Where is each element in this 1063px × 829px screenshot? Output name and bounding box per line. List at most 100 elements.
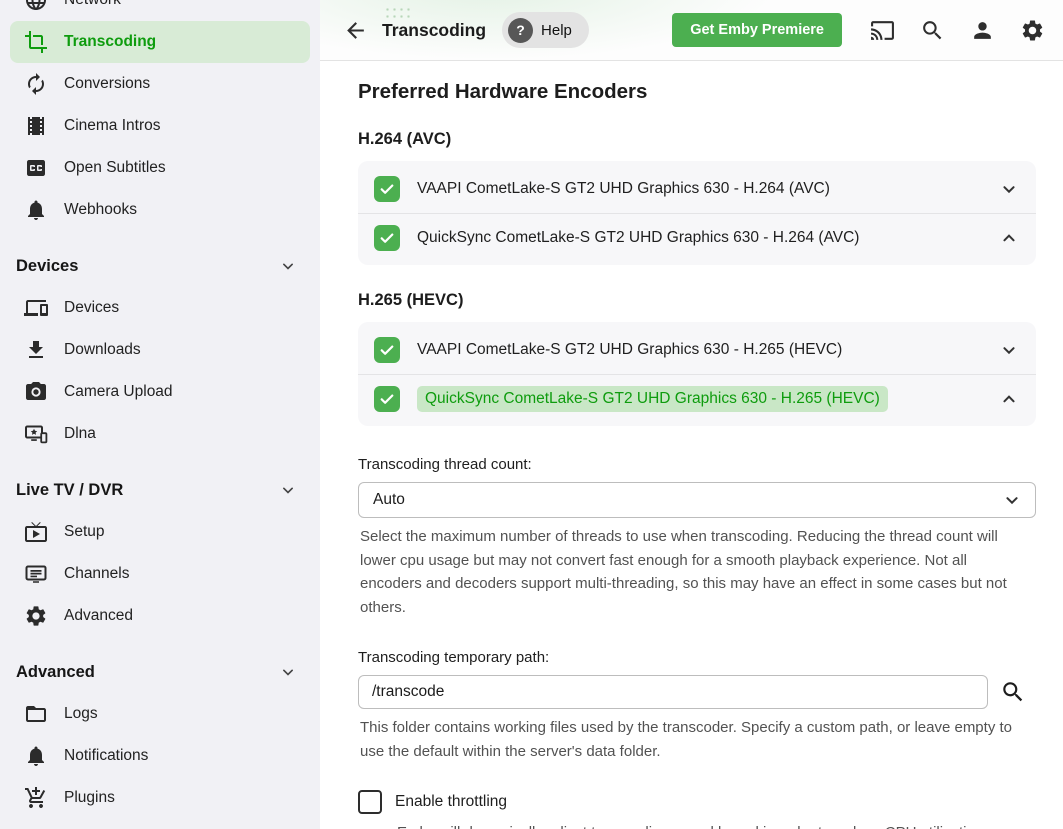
devices-icon (24, 296, 48, 320)
page-title: Transcoding (382, 20, 486, 41)
h265-encoder-card: VAAPI CometLake-S GT2 UHD Graphics 630 -… (358, 322, 1036, 426)
sidebar-item-label: Dlna (64, 425, 96, 443)
sidebar-item-label: Network (64, 0, 121, 9)
download-icon (24, 338, 48, 362)
cast-button[interactable] (870, 17, 896, 43)
sidebar-item-webhooks[interactable]: Webhooks (10, 189, 310, 231)
sidebar-item-scheduled-tasks[interactable]: Scheduled Tasks (10, 819, 310, 829)
sidebar-group-label: Live TV / DVR (16, 481, 123, 500)
chevron-down-icon (278, 480, 298, 500)
search-icon (920, 18, 945, 43)
screen-star-icon (24, 422, 48, 446)
sidebar-item-label: Cinema Intros (64, 117, 160, 135)
checkbox-checked[interactable] (374, 225, 400, 251)
h264-heading: H.264 (AVC) (358, 130, 1036, 149)
encoder-row-quicksync-h265[interactable]: QuickSync CometLake-S GT2 UHD Graphics 6… (358, 374, 1036, 423)
help-button[interactable]: ? Help (502, 12, 589, 48)
closed-caption-icon (24, 156, 48, 180)
sidebar-group-label: Advanced (16, 663, 95, 682)
encoder-label: VAAPI CometLake-S GT2 UHD Graphics 630 -… (417, 341, 842, 359)
chevron-down-icon (278, 256, 298, 276)
chevron-down-icon (1001, 489, 1023, 511)
search-button[interactable] (920, 17, 946, 43)
sidebar-group-devices[interactable]: Devices (0, 245, 320, 287)
check-icon (378, 390, 396, 408)
transcode-icon (24, 30, 48, 54)
film-icon (24, 114, 48, 138)
back-button[interactable] (343, 17, 369, 43)
sidebar-item-channels[interactable]: Channels (10, 553, 310, 595)
sidebar-item-camera-upload[interactable]: Camera Upload (10, 371, 310, 413)
sidebar-item-network[interactable]: Network (10, 0, 310, 21)
search-icon (1000, 679, 1026, 705)
gear-icon (1020, 18, 1045, 43)
gear-icon (24, 604, 48, 628)
thread-count-description: Select the maximum number of threads to … (358, 525, 1015, 619)
sidebar-item-logs[interactable]: Logs (10, 693, 310, 735)
sidebar-item-transcoding[interactable]: Transcoding (10, 21, 310, 63)
settings-button[interactable] (1020, 17, 1046, 43)
chevron-down-icon (998, 339, 1020, 361)
checkbox-checked[interactable] (374, 176, 400, 202)
check-icon (378, 229, 396, 247)
section-heading: Preferred Hardware Encoders (358, 80, 1036, 104)
check-icon (378, 341, 396, 359)
sidebar-item-label: Advanced (64, 607, 133, 625)
sidebar-item-label: Downloads (64, 341, 141, 359)
sidebar-item-plugins[interactable]: Plugins (10, 777, 310, 819)
encoder-row-quicksync-h264[interactable]: QuickSync CometLake-S GT2 UHD Graphics 6… (358, 213, 1036, 262)
sidebar-item-notifications[interactable]: Notifications (10, 735, 310, 777)
throttling-label: Enable throttling (395, 793, 507, 811)
h265-heading: H.265 (HEVC) (358, 291, 1036, 310)
sidebar-group-advanced[interactable]: Advanced (0, 651, 320, 693)
sidebar-item-setup[interactable]: Setup (10, 511, 310, 553)
person-icon (970, 18, 995, 43)
encoder-row-vaapi-h264[interactable]: VAAPI CometLake-S GT2 UHD Graphics 630 -… (358, 164, 1036, 213)
sync-icon (24, 72, 48, 96)
decorative-dots (384, 6, 414, 21)
temp-path-label: Transcoding temporary path: (358, 649, 1036, 666)
camera-icon (24, 380, 48, 404)
sidebar-item-livetv-advanced[interactable]: Advanced (10, 595, 310, 637)
h264-encoder-card: VAAPI CometLake-S GT2 UHD Graphics 630 -… (358, 161, 1036, 265)
chevron-down-icon (998, 178, 1020, 200)
bell-icon (24, 744, 48, 768)
chevron-up-icon (998, 227, 1020, 249)
sidebar-item-conversions[interactable]: Conversions (10, 63, 310, 105)
get-emby-premiere-button[interactable]: Get Emby Premiere (672, 13, 842, 47)
cart-plus-icon (24, 786, 48, 810)
sidebar-group-live-tv[interactable]: Live TV / DVR (0, 469, 320, 511)
cast-icon (870, 18, 895, 43)
collapse-button[interactable] (998, 388, 1020, 410)
encoder-label-highlighted: QuickSync CometLake-S GT2 UHD Graphics 6… (417, 386, 888, 412)
encoder-label: VAAPI CometLake-S GT2 UHD Graphics 630 -… (417, 180, 830, 198)
expand-button[interactable] (998, 339, 1020, 361)
sidebar-item-devices[interactable]: Devices (10, 287, 310, 329)
channel-list-icon (24, 562, 48, 586)
sidebar-item-downloads[interactable]: Downloads (10, 329, 310, 371)
thread-count-label: Transcoding thread count: (358, 456, 1036, 473)
sidebar-item-label: Devices (64, 299, 119, 317)
sidebar-item-open-subtitles[interactable]: Open Subtitles (10, 147, 310, 189)
live-tv-icon (24, 520, 48, 544)
sidebar-item-cinema-intros[interactable]: Cinema Intros (10, 105, 310, 147)
temp-path-input[interactable] (358, 675, 988, 709)
sidebar-item-label: Setup (64, 523, 105, 541)
sidebar-group-label: Devices (16, 257, 78, 276)
temp-path-row (358, 675, 1036, 709)
help-icon: ? (508, 18, 533, 43)
sidebar-item-label: Webhooks (64, 201, 137, 219)
user-button[interactable] (970, 17, 996, 43)
main-content: Preferred Hardware Encoders H.264 (AVC) … (320, 61, 1063, 829)
encoder-row-vaapi-h265[interactable]: VAAPI CometLake-S GT2 UHD Graphics 630 -… (358, 325, 1036, 374)
sidebar: Network Transcoding Conversions Cinema I… (0, 0, 320, 829)
sidebar-item-dlna[interactable]: Dlna (10, 413, 310, 455)
expand-button[interactable] (998, 178, 1020, 200)
throttling-checkbox-unchecked[interactable] (358, 790, 382, 814)
checkbox-checked[interactable] (374, 386, 400, 412)
checkbox-checked[interactable] (374, 337, 400, 363)
thread-count-select[interactable]: Auto (358, 482, 1036, 518)
browse-path-button[interactable] (1000, 679, 1026, 705)
collapse-button[interactable] (998, 227, 1020, 249)
sidebar-item-label: Camera Upload (64, 383, 173, 401)
